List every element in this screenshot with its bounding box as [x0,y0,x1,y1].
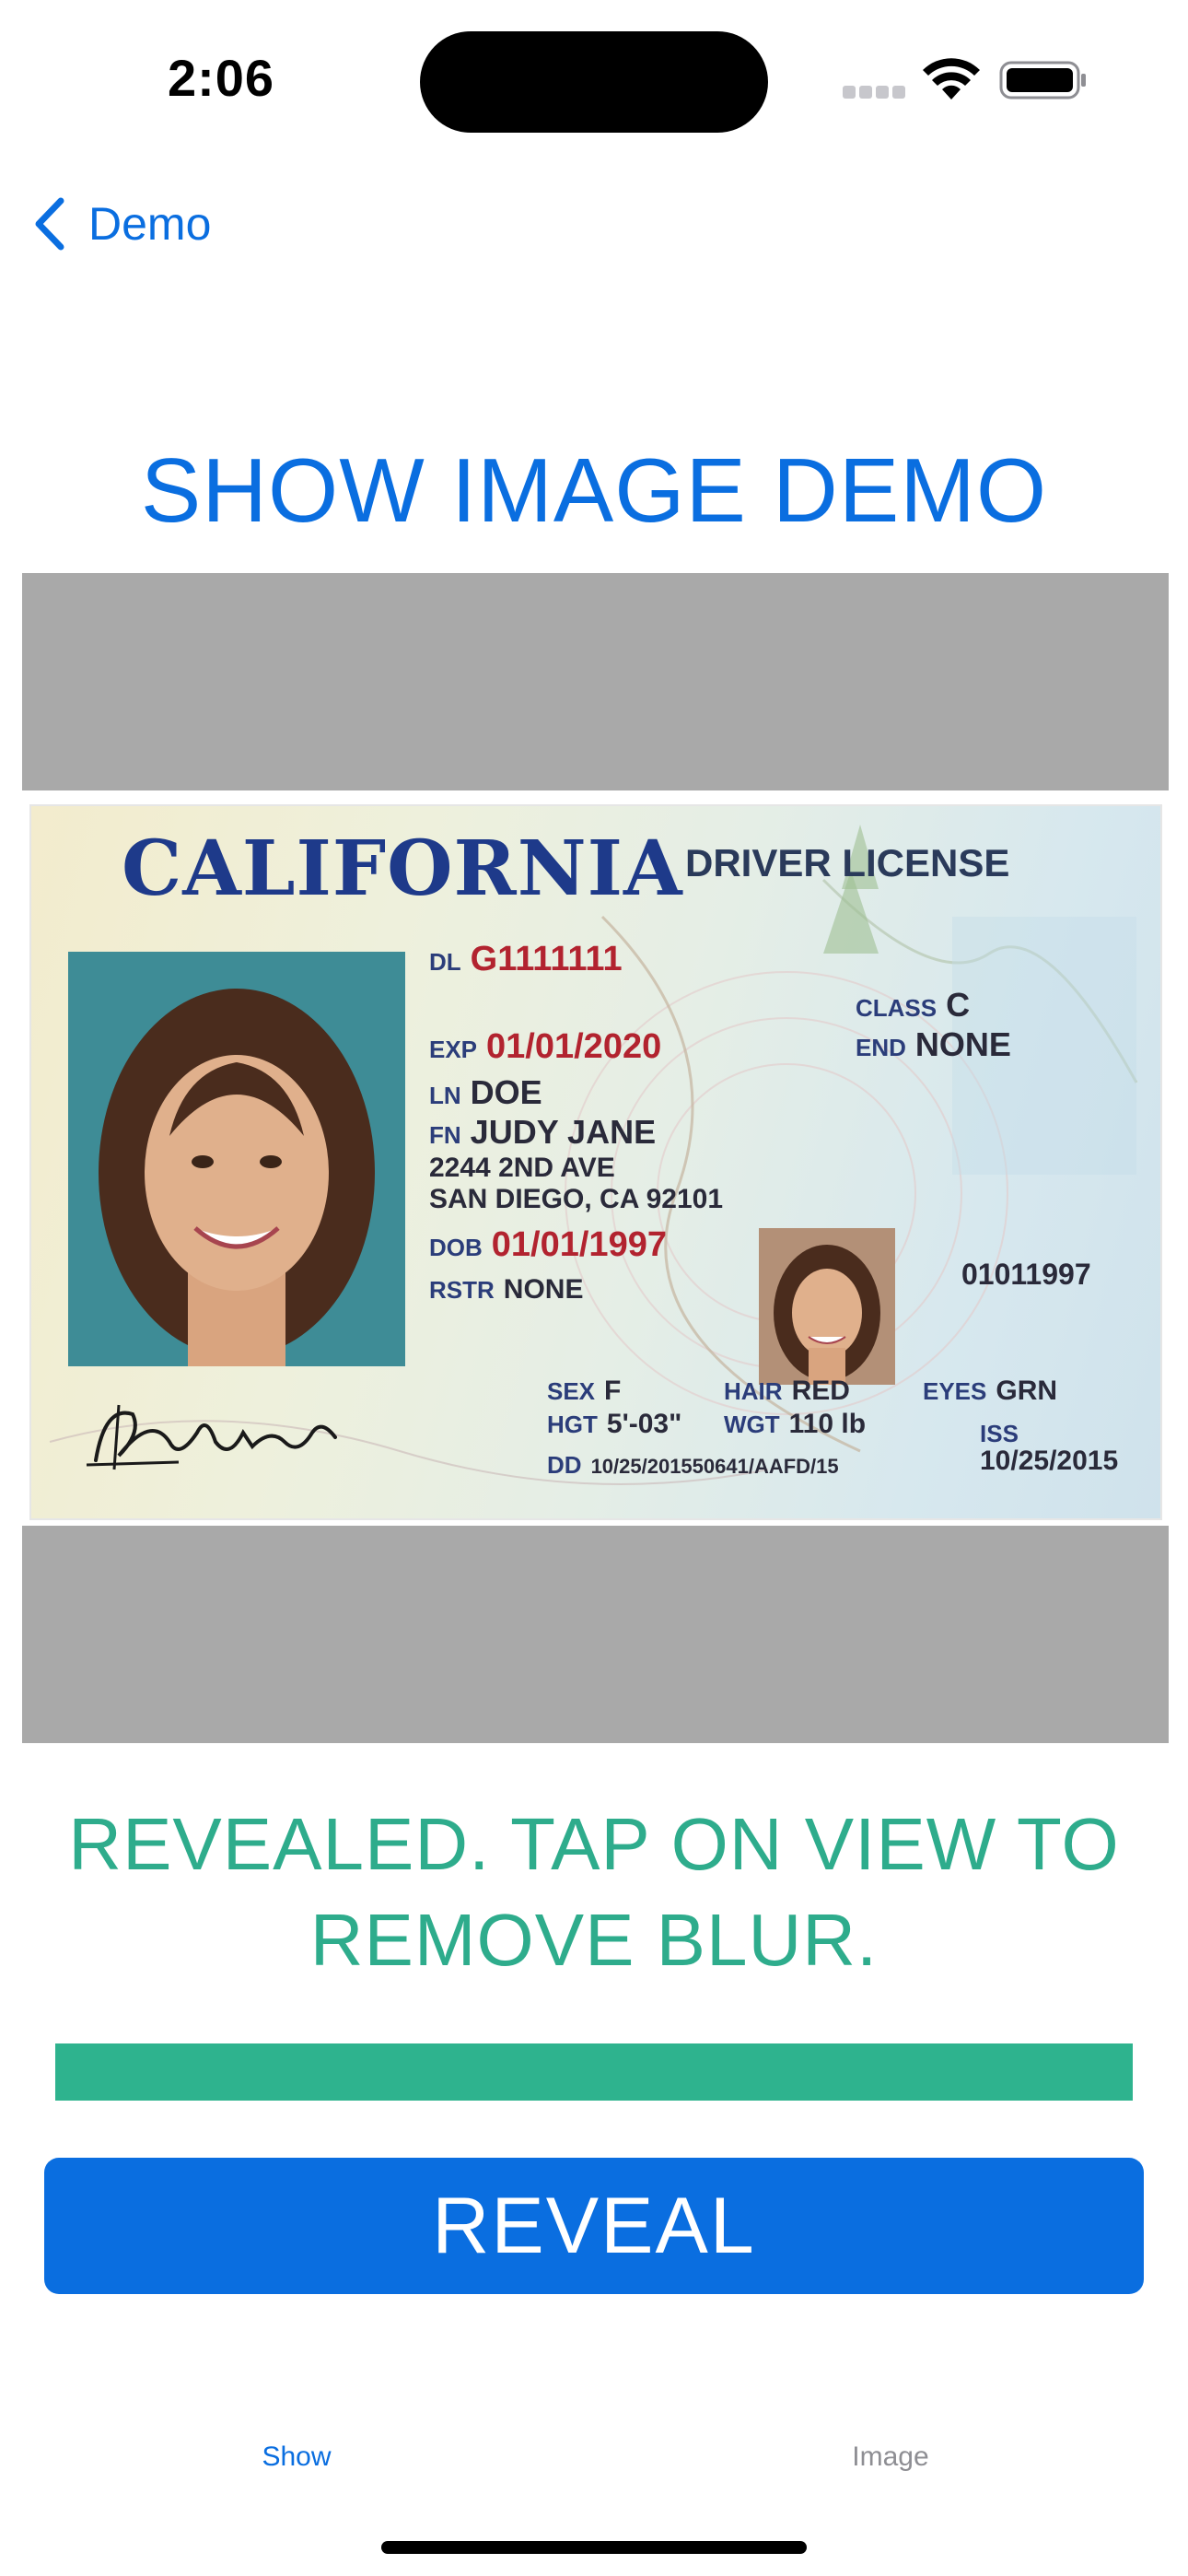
field-iss: ISS [980,1418,1028,1449]
value-ln: DOE [470,1073,542,1111]
value-end: NONE [914,1025,1011,1063]
label-fn: FN [429,1121,461,1149]
label-ln: LN [429,1082,461,1109]
value-hair: RED [791,1376,850,1406]
field-rstr: RSTR NONE [429,1274,583,1306]
field-dl: DL G1111111 [429,940,623,979]
value-hgt: 5'-03" [606,1409,682,1439]
label-end: END [856,1034,906,1061]
signature-image [86,1404,337,1470]
value-iss: 10/25/2015 [980,1446,1119,1476]
field-fn: FN JUDY JANE [429,1113,656,1152]
home-indicator[interactable] [381,2541,807,2554]
field-dob: DOB 01/01/1997 [429,1225,667,1265]
value-wgt: 110 lb [788,1409,867,1439]
address-line-1: 2244 2ND AVE [429,1153,615,1183]
portrait-small-image [759,1228,895,1385]
reveal-button[interactable]: REVEAL [44,2158,1144,2294]
chevron-left-icon [35,197,64,251]
label-wgt: WGT [724,1411,780,1438]
blur-placeholder-bottom [22,1526,1169,1743]
reveal-status-message[interactable]: REVEALED. TAP ON VIEW TO REMOVE BLUR. [0,1797,1188,1988]
field-hair: HAIR RED [724,1376,850,1407]
label-rstr: RSTR [429,1276,495,1304]
address-line-2: SAN DIEGO, CA 92101 [429,1184,723,1214]
field-hgt: HGT 5'-03" [547,1409,681,1440]
value-dd: 10/25/201550641/AAFD/15 [590,1455,839,1478]
dynamic-island [420,31,768,133]
label-iss: ISS [980,1420,1019,1447]
label-exp: EXP [429,1036,478,1063]
field-end: END NONE [856,1025,1011,1064]
label-dob: DOB [429,1234,483,1261]
back-button[interactable]: Demo [31,192,211,256]
label-hgt: HGT [547,1411,598,1438]
value-rstr: NONE [503,1274,584,1305]
field-class: CLASS C [856,986,970,1025]
wifi-icon [923,58,980,100]
page-title: SHOW IMAGE DEMO [140,439,1048,541]
label-dd: DD [547,1451,582,1479]
label-dl: DL [429,948,461,976]
license-photo [68,952,405,1366]
value-eyes: GRN [996,1376,1058,1406]
battery-icon [999,61,1086,100]
back-label: Demo [88,198,212,250]
field-eyes: EYES GRN [923,1376,1057,1407]
tab-show[interactable]: Show [158,2441,435,2473]
value-sex: F [604,1376,622,1406]
field-sex: SEX F [547,1376,621,1407]
id-code: 01011997 [961,1258,1091,1291]
cellular-signal-icon [843,86,905,99]
green-status-bar [55,2043,1133,2101]
value-dl: G1111111 [470,940,623,978]
value-class: C [946,986,971,1024]
screen: 2:06 Demo SHOW IMAGE DEMO CALIFORNIA DRI… [0,0,1188,2576]
license-image[interactable]: CALIFORNIA DRIVER LICENSE DL G1111111 EXP… [29,804,1162,1520]
field-exp: EXP 01/01/2020 [429,1027,661,1067]
field-ln: LN DOE [429,1073,542,1112]
label-hair: HAIR [724,1377,783,1405]
value-fn: JUDY JANE [470,1113,657,1151]
tab-image[interactable]: Image [752,2441,1029,2473]
field-wgt: WGT 110 lb [724,1409,866,1440]
card-state: CALIFORNIA [122,825,683,913]
card-document-type: DRIVER LICENSE [685,841,1010,884]
label-class: CLASS [856,994,938,1022]
status-time: 2:06 [167,49,275,107]
label-sex: SEX [547,1377,596,1405]
portrait-image [68,952,405,1366]
field-dd: DD 10/25/201550641/AAFD/15 [547,1451,839,1480]
value-exp: 01/01/2020 [486,1027,662,1066]
license-photo-small [759,1228,895,1385]
value-dob: 01/01/1997 [491,1225,667,1264]
blur-placeholder-top [22,573,1169,790]
label-eyes: EYES [923,1377,987,1405]
